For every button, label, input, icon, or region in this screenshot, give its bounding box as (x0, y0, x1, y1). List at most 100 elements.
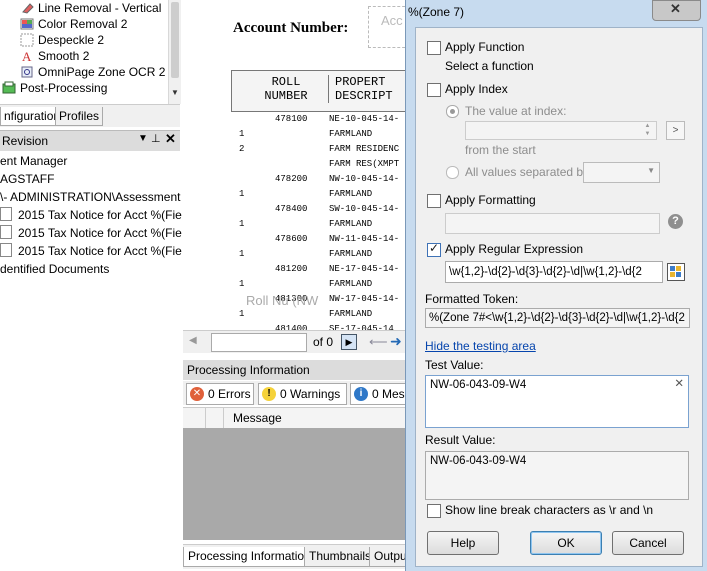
error-icon: ✕ (190, 387, 204, 401)
info-icon: i (354, 387, 368, 401)
tree-node[interactable]: dentified Documents (0, 260, 109, 278)
apply-function-label[interactable]: Apply Function (445, 40, 524, 54)
result-value-text: NW-06-043-09-W4 (430, 455, 527, 467)
warning-icon: ! (262, 387, 276, 401)
regex-builder-icon[interactable] (667, 263, 685, 281)
tree-item-label: OmniPage Zone OCR 2 (38, 65, 166, 79)
tree-node-document[interactable]: 2015 Tax Notice for Acct %(Fie (0, 224, 182, 242)
tree-item-label: Post-Processing (20, 81, 108, 95)
revision-title: Revision (2, 134, 49, 148)
color-palette-icon (20, 18, 34, 30)
close-icon[interactable]: ✕ (165, 131, 176, 147)
post-processing-icon (2, 81, 16, 94)
regex-input[interactable]: \w{1,2}-\d{2}-\d{3}-\d{2}-\d|\w{1,2}-\d{… (445, 261, 663, 283)
index-direction-button[interactable]: > (666, 121, 685, 140)
revision-tree: ent Manager AGSTAFF \- ADMINISTRATION\As… (0, 152, 182, 571)
show-line-break-checkbox[interactable] (427, 504, 441, 518)
revision-panel-header: Revision ▼ ⊥ ✕ (0, 130, 180, 151)
pin-icon[interactable]: ⊥ (151, 132, 161, 145)
apply-formatting-label[interactable]: Apply Formatting (445, 193, 536, 207)
table-row: FARM RES(XMPT (231, 157, 405, 172)
apply-function-checkbox[interactable] (427, 41, 441, 55)
message-list-header: Message (183, 407, 405, 429)
account-zone-placeholder: Acc (381, 13, 403, 28)
close-icon: ✕ (670, 1, 681, 16)
smooth-a-icon: A (22, 49, 32, 63)
eraser-icon (22, 3, 34, 14)
warnings-filter-button[interactable]: ! 0 Warnings (258, 383, 347, 405)
row-roll-number: 478200 (275, 174, 308, 184)
row-index: 1 (239, 219, 245, 229)
help-question-icon[interactable]: ? (668, 214, 683, 229)
from-start-label: from the start (465, 143, 536, 157)
tree-node[interactable]: AGSTAFF (0, 170, 54, 188)
all-values-label: All values separated by: (465, 165, 593, 179)
row-roll-number: 481200 (275, 264, 308, 274)
hide-testing-area-link[interactable]: Hide the testing area (425, 339, 536, 353)
row-description: FARMLAND (329, 309, 373, 319)
index-spinner[interactable]: ▲ ▼ (641, 122, 654, 138)
tree-node[interactable]: \- ADMINISTRATION\Assessment (0, 188, 180, 206)
help-button[interactable]: Help (427, 531, 499, 555)
test-value-input[interactable]: NW-06-043-09-W4 ✕ (425, 375, 689, 428)
document-icon (0, 207, 12, 221)
table-row: 478200 NW-10-045-14- (231, 172, 405, 187)
value-at-index-radio[interactable] (446, 105, 459, 118)
formatted-token-value[interactable]: %(Zone 7#<\w{1,2}-\d{2}-\d{3}-\d{2}-\d|\… (425, 308, 690, 328)
document-icon (0, 243, 12, 257)
formatting-input[interactable] (445, 213, 660, 234)
apply-index-checkbox[interactable] (427, 83, 441, 97)
apply-formatting-checkbox[interactable] (427, 194, 441, 208)
chevron-down-icon[interactable]: ▼ (171, 88, 179, 97)
page-number-input[interactable] (211, 333, 307, 352)
ocr-icon (21, 66, 33, 78)
row-description: SE-17-045-14 (329, 324, 394, 330)
row-description: NW-10-045-14- (329, 174, 400, 184)
apply-regex-label[interactable]: Apply Regular Expression (445, 242, 583, 256)
tree-node[interactable]: ent Manager (0, 152, 67, 170)
cancel-button[interactable]: Cancel (612, 531, 684, 555)
back-arrow-icon[interactable]: ⟵ (369, 334, 388, 350)
separator-select[interactable]: ▼ (583, 162, 660, 183)
show-line-break-label[interactable]: Show line break characters as \r and \n (445, 503, 653, 517)
ok-button[interactable]: OK (530, 531, 602, 555)
dropdown-arrow-icon[interactable]: ▼ (138, 133, 148, 144)
table-row: 1 FARMLAND (231, 217, 405, 232)
row-description: FARMLAND (329, 129, 373, 139)
table-row: 1 FARMLAND (231, 187, 405, 202)
row-index: 1 (239, 129, 245, 139)
tab-profiles[interactable]: Profiles (55, 107, 104, 126)
col-property-description: PROPERT DESCRIPT (328, 75, 405, 103)
despeckle-icon (20, 33, 34, 47)
apply-index-label[interactable]: Apply Index (445, 82, 508, 96)
clear-icon[interactable]: ✕ (674, 376, 684, 392)
tab-processing-information[interactable]: Processing Information (183, 547, 316, 567)
first-page-icon[interactable]: ◀ (189, 335, 197, 346)
tree-node-document[interactable]: 2015 Tax Notice for Acct %(Fie (0, 242, 182, 260)
table-row: 478100 NE-10-045-14- (231, 112, 405, 127)
tree-node-document[interactable]: 2015 Tax Notice for Acct %(Fie (0, 206, 182, 224)
table-row: 2 FARM RESIDENC (231, 142, 405, 157)
messages-filter-button[interactable]: i 0 Mes (350, 383, 406, 405)
tab-configuration[interactable]: nfiguration (0, 107, 60, 126)
tab-thumbnails[interactable]: Thumbnails (304, 547, 377, 567)
tree-item-label: Color Removal 2 (38, 17, 128, 31)
scroll-thumb[interactable] (171, 2, 179, 78)
select-function-link[interactable]: Select a function (445, 59, 534, 73)
tree-scrollbar[interactable]: ▼ (168, 0, 181, 104)
row-index: 1 (239, 279, 245, 289)
errors-filter-button[interactable]: ✕ 0 Errors (186, 383, 254, 405)
forward-arrow-icon[interactable]: ➜ (390, 333, 402, 350)
column-message[interactable]: Message (233, 411, 282, 425)
document-icon (0, 225, 12, 239)
all-values-radio[interactable] (446, 166, 459, 179)
account-number-label: Account Number: (233, 20, 349, 36)
row-description: FARMLAND (329, 219, 373, 229)
apply-regex-checkbox[interactable]: ✓ (427, 241, 441, 257)
next-page-icon[interactable]: ▶ (341, 334, 357, 350)
index-input[interactable] (465, 121, 657, 140)
dialog-close-button[interactable]: ✕ (652, 0, 701, 21)
row-index: 1 (239, 189, 245, 199)
tree-panel: Line Removal - Vertical Color Removal 2 … (0, 0, 180, 104)
value-at-index-label: The value at index: (465, 104, 567, 118)
